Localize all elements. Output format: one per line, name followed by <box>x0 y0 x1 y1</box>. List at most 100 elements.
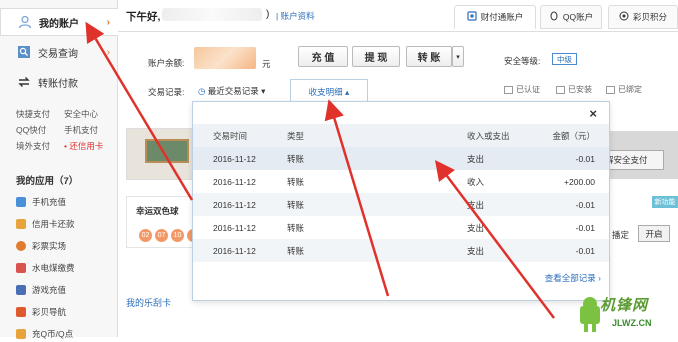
withdraw-button[interactable]: 提 现 <box>352 46 400 67</box>
tab-label: 彩贝积分 <box>632 12 667 22</box>
installed-badge[interactable]: 已安装 <box>556 84 592 95</box>
table-row[interactable]: 2016-11-12 转账 支出 -0.01 <box>193 193 609 216</box>
app-item[interactable]: 手机充值 <box>16 194 66 210</box>
table-row[interactable]: 2016-11-12 转账 支出 -0.01 <box>193 239 609 262</box>
lottery-ball: 07 <box>155 229 168 242</box>
col-time: 交易时间 <box>213 130 248 141</box>
greeting-paren: ) <box>266 9 270 20</box>
table-header: 交易时间 类型 收入或支出 金额（元） <box>193 124 609 147</box>
coin-icon <box>619 11 629 23</box>
app-label: 充Q币/Q点 <box>32 329 74 339</box>
cell-direction: 支出 <box>467 153 485 164</box>
balance-label: 账户余额: <box>148 58 185 68</box>
quick-link[interactable]: 手机支付 <box>64 124 112 136</box>
profile-link[interactable]: | 账户资料 <box>276 10 315 22</box>
sidebar-item-label: 我的账户 <box>39 18 79 30</box>
app-label: 手机充值 <box>32 197 67 207</box>
quick-link[interactable]: 境外支付 <box>16 140 64 152</box>
tab-label: QQ账户 <box>562 12 594 22</box>
bound-badge[interactable]: 已绑定 <box>606 84 642 95</box>
compass-icon <box>16 307 26 317</box>
tab-qq-account[interactable]: QQ账户 <box>540 5 602 29</box>
tab-caibei-points[interactable]: 彩贝积分 <box>608 5 678 29</box>
table-row[interactable]: 2016-11-12 转账 支出 -0.01 <box>193 147 609 170</box>
cell-amount: -0.01 <box>575 153 595 164</box>
cell-type: 转账 <box>287 222 305 233</box>
security-level-badge[interactable]: 中级 <box>552 53 577 65</box>
app-item[interactable]: 彩票实场 <box>16 238 66 254</box>
chevron-right-icon: › <box>106 46 110 58</box>
table-row[interactable]: 2016-11-12 转账 收入 +200.00 <box>193 170 609 193</box>
transactions-table: 交易时间 类型 收入或支出 金额（元） 2016-11-12 转账 支出 -0.… <box>193 124 609 262</box>
cell-direction: 支出 <box>467 222 485 233</box>
sidebar-item-transfer[interactable]: 转账付款 <box>0 68 118 96</box>
cell-type: 转账 <box>287 199 305 210</box>
gamepad-icon <box>16 285 26 295</box>
cell-type: 转账 <box>287 153 305 164</box>
coin-icon <box>16 329 26 339</box>
table-row[interactable]: 2016-11-12 转账 支出 -0.01 <box>193 216 609 239</box>
currency-unit: 元 <box>262 59 271 69</box>
recharge-button[interactable]: 充 值 <box>298 46 348 67</box>
transfer-icon <box>16 75 32 89</box>
transfer-button[interactable]: 转 账 <box>406 46 452 67</box>
close-icon[interactable]: × <box>589 106 597 121</box>
app-label: 游戏充值 <box>32 285 67 295</box>
shield-icon <box>556 85 565 94</box>
quick-link[interactable]: 安全中心 <box>64 108 112 120</box>
user-icon <box>17 15 33 29</box>
quick-links: 快捷支付 安全中心 QQ快付 手机支付 境外支付 • 还信用卡 <box>16 106 112 154</box>
app-item[interactable]: 充Q币/Q点 <box>16 326 73 342</box>
apps-title: 我的应用（7） <box>16 176 79 187</box>
cell-amount: -0.01 <box>575 222 595 233</box>
sidebar-item-my-account[interactable]: 我的账户 › <box>0 8 118 36</box>
app-item[interactable]: 彩贝导航 <box>16 304 66 320</box>
sidebar-item-trade-query[interactable]: 交易查询 › <box>0 38 118 66</box>
lottery-ball: 10 <box>171 229 184 242</box>
flame-icon <box>16 263 26 273</box>
card-icon <box>16 219 26 229</box>
cell-time: 2016-11-12 <box>213 176 256 187</box>
app-label: 彩贝导航 <box>32 307 67 317</box>
cell-amount: +200.00 <box>564 176 595 187</box>
wallet-icon <box>467 11 477 23</box>
transfer-dropdown-button[interactable]: ▾ <box>452 46 464 67</box>
app-item[interactable]: 水电煤缴费 <box>16 260 75 276</box>
quick-link[interactable]: QQ快付 <box>16 124 64 136</box>
tab-tenpay-account[interactable]: 财付通账户 <box>454 5 536 29</box>
clock-icon: ◷ <box>198 86 208 96</box>
search-icon <box>16 45 32 59</box>
app-label: 信用卡还款 <box>32 219 75 229</box>
cell-type: 转账 <box>287 176 305 187</box>
blurred-username <box>162 8 262 21</box>
lottery-title: 幸运双色球 <box>136 206 179 216</box>
col-type: 类型 <box>287 130 305 141</box>
cell-direction: 支出 <box>467 245 485 256</box>
verified-label: 已认证 <box>516 85 540 94</box>
enable-button[interactable]: 开启 <box>638 225 670 242</box>
chevron-right-icon: › <box>106 16 110 28</box>
phone-icon <box>16 197 26 207</box>
income-expense-dropdown: × 交易时间 类型 收入或支出 金额（元） 2016-11-12 转账 支出 -… <box>192 101 610 301</box>
col-direction: 收入或支出 <box>467 130 510 141</box>
lottery-icon <box>16 241 26 251</box>
verified-badge[interactable]: 已认证 <box>504 84 540 95</box>
app-item[interactable]: 游戏充值 <box>16 282 66 298</box>
installed-label: 已安装 <box>568 85 592 94</box>
id-card-icon <box>504 85 513 94</box>
view-all-records-link[interactable]: 查看全部记录 › <box>545 272 601 284</box>
quick-link[interactable]: • 还信用卡 <box>64 140 112 152</box>
recent-records-dropdown[interactable]: ◷ 最近交易记录 ▾ <box>198 85 265 97</box>
sidebar-item-label: 转账付款 <box>38 78 78 90</box>
app-item[interactable]: 信用卡还款 <box>16 216 75 232</box>
cell-direction: 支出 <box>467 199 485 210</box>
quick-link[interactable]: 快捷支付 <box>16 108 64 120</box>
scratch-card-link[interactable]: 我的乐刮卡 <box>126 296 171 309</box>
security-banner[interactable] <box>126 128 196 180</box>
cell-amount: -0.01 <box>575 245 595 256</box>
records-label: 交易记录: <box>148 87 185 97</box>
security-level-label: 安全等级: <box>504 56 541 66</box>
income-expense-detail-tab[interactable]: 收支明细 ▴ <box>290 79 368 103</box>
bound-label: 已绑定 <box>618 85 642 94</box>
cell-direction: 收入 <box>467 176 485 187</box>
